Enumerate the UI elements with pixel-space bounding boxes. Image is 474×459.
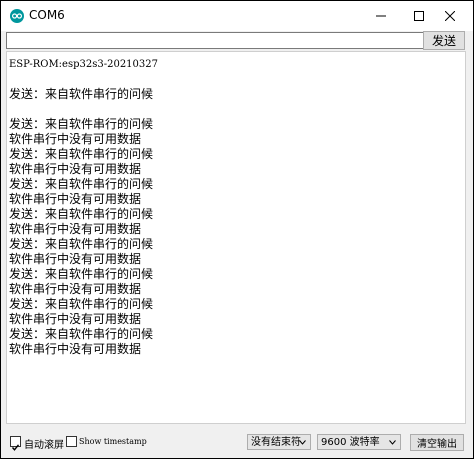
autoscroll-checkbox[interactable] [10,436,21,451]
output-line: ESP-ROM:esp32s3-20210327 [9,59,158,70]
output-line: 软件串行中没有可用数据 [9,222,142,236]
serial-output[interactable]: ESP-ROM:esp32s3-20210327 发送：来自软件串行的问候 发送… [6,51,466,424]
send-input[interactable] [6,32,425,49]
close-button[interactable] [427,1,473,31]
status-bar: 自动滚屏 Show timestamp 没有结束符 9600 波特率 清空输出 [1,426,473,458]
output-line: 发送：来自软件串行的问候 [9,87,154,101]
output-line: 发送：来自软件串行的问候 [9,267,154,281]
timestamp-checkbox[interactable] [66,436,77,447]
chevron-down-icon [299,440,306,445]
send-button[interactable]: 发送 [423,31,465,50]
output-line: 软件串行中没有可用数据 [9,342,142,356]
minimize-icon [376,15,386,17]
output-line: 软件串行中没有可用数据 [9,282,142,296]
baud-rate-select[interactable]: 9600 波特率 [317,434,401,450]
output-line: 发送：来自软件串行的问候 [9,177,154,191]
output-line: 软件串行中没有可用数据 [9,252,142,266]
line-ending-select[interactable]: 没有结束符 [247,434,311,450]
autoscroll-label[interactable]: 自动滚屏 [24,436,64,451]
title-bar: COM6 [1,1,473,31]
line-ending-value: 没有结束符 [251,437,301,448]
output-line: 软件串行中没有可用数据 [9,162,142,176]
clear-output-button[interactable]: 清空输出 [410,434,464,451]
close-icon [445,11,455,21]
output-line: 发送：来自软件串行的问候 [9,147,154,161]
arduino-icon [10,9,24,23]
output-line: 发送：来自软件串行的问候 [9,117,154,131]
output-line: 发送：来自软件串行的问候 [9,327,154,341]
baud-rate-value: 9600 波特率 [321,437,380,448]
output-line: 软件串行中没有可用数据 [9,192,142,206]
output-line: 软件串行中没有可用数据 [9,132,142,146]
output-line: 发送：来自软件串行的问候 [9,297,154,311]
output-line: 发送：来自软件串行的问候 [9,237,154,251]
output-line: 软件串行中没有可用数据 [9,312,142,326]
maximize-icon [414,11,424,21]
checkmark-icon [11,444,20,451]
window-title: COM6 [29,8,65,22]
serial-monitor-window: COM6 发送 ESP-ROM:esp32s3-20210327 发送：来自软件… [1,1,473,458]
timestamp-label[interactable]: Show timestamp [79,437,147,446]
output-line: 发送：来自软件串行的问候 [9,207,154,221]
chevron-down-icon [389,440,396,445]
